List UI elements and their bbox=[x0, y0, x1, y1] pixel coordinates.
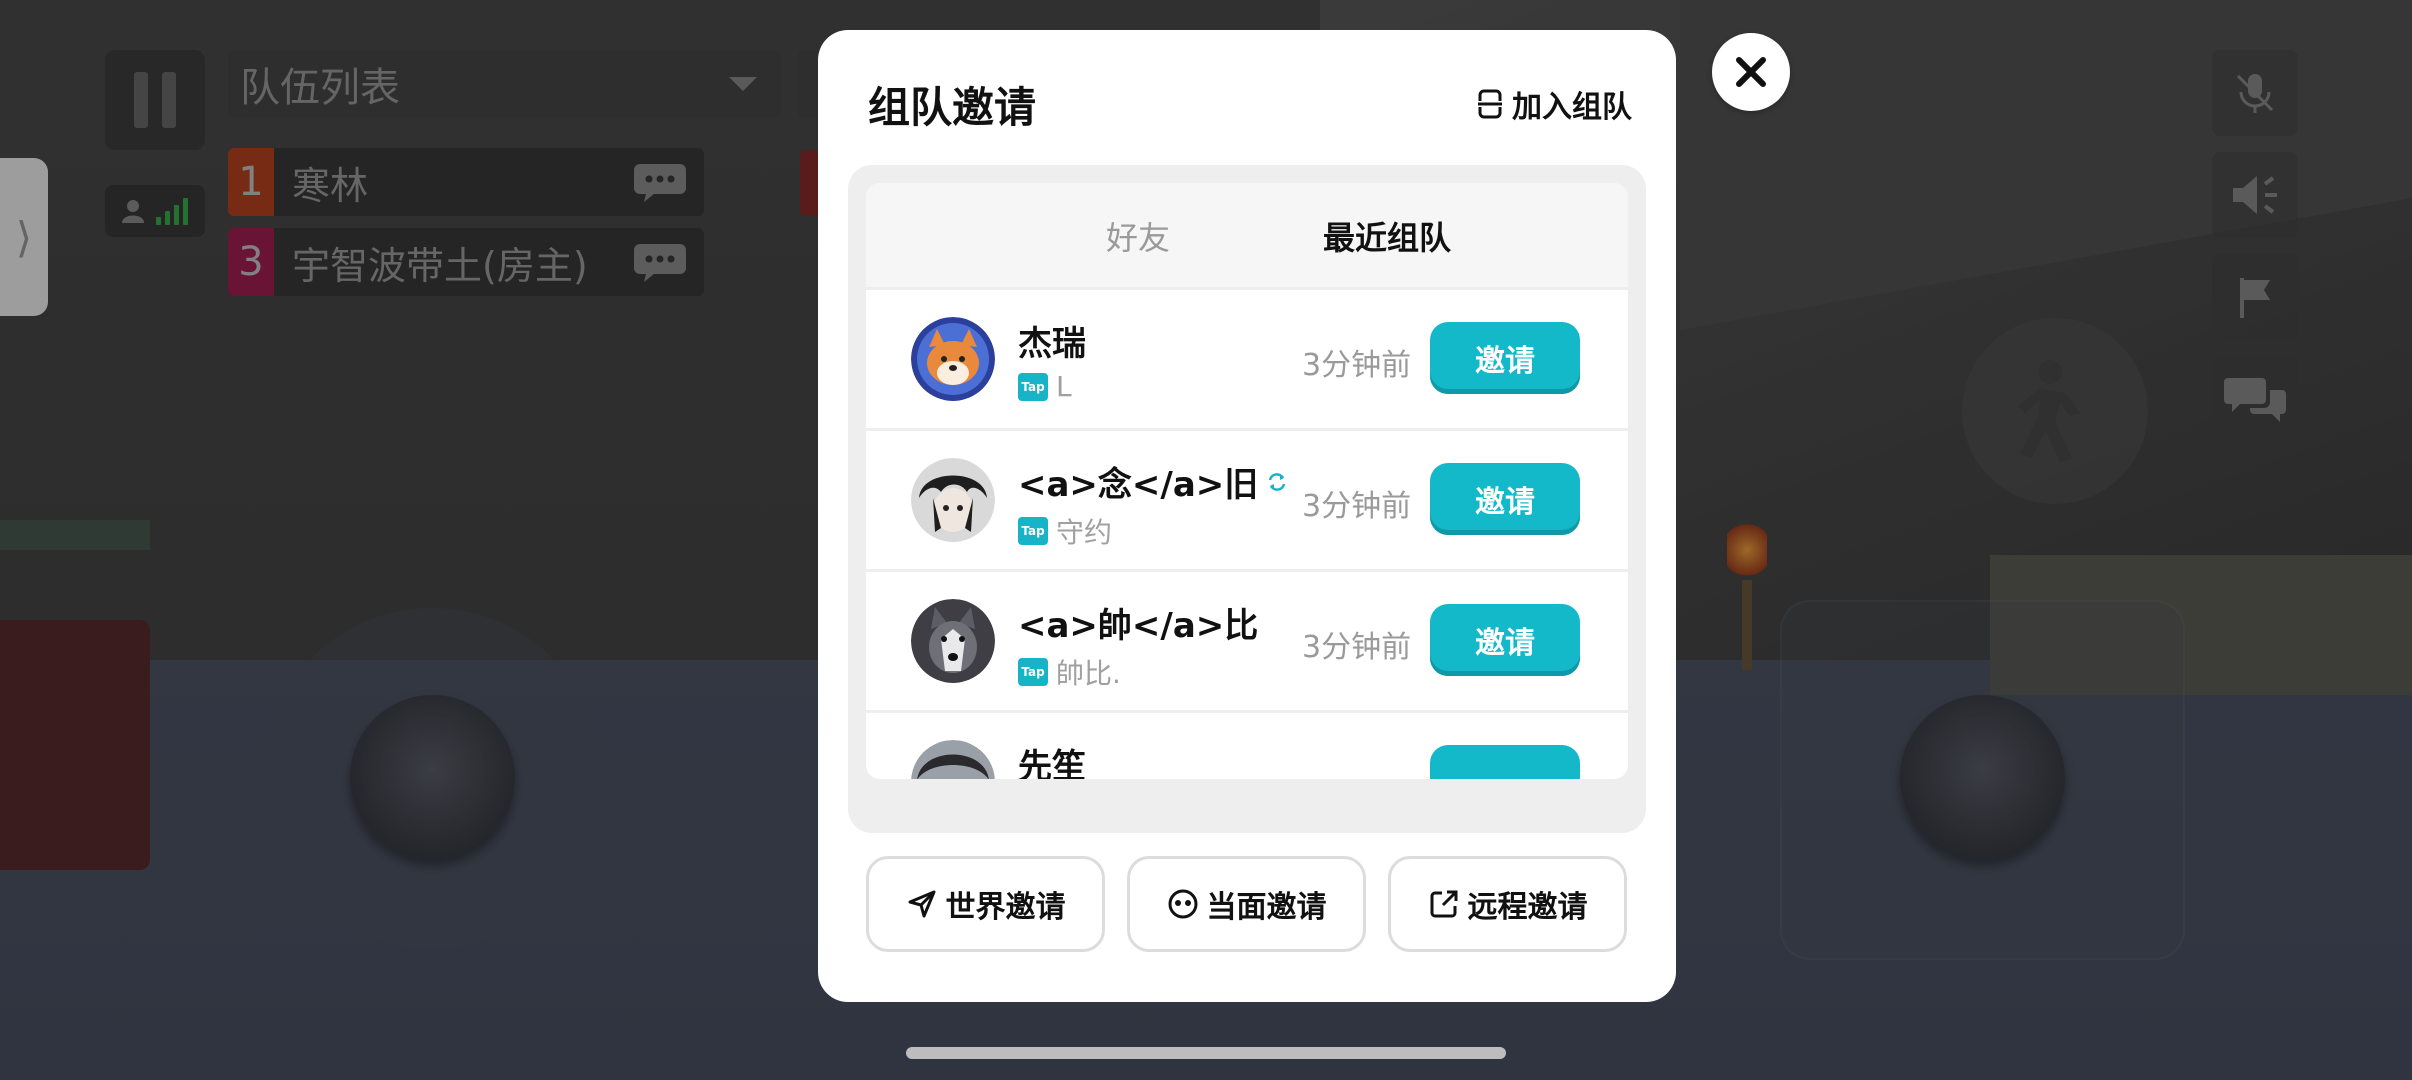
tap-badge-icon: Tap bbox=[1018, 517, 1048, 545]
home-indicator[interactable] bbox=[906, 1047, 1506, 1059]
world-invite-label: 世界邀请 bbox=[945, 890, 1066, 925]
join-team-icon bbox=[1478, 89, 1502, 119]
tab-bar: 好友 最近组队 bbox=[866, 183, 1628, 287]
tap-badge-icon: Tap bbox=[1018, 658, 1048, 686]
recent-team-panel: 好友 最近组队 杰瑞 Tap L 3分钟前 邀请 <a>念</a>旧 Tap 守… bbox=[848, 165, 1646, 833]
invite-button[interactable]: 邀请 bbox=[1430, 604, 1580, 676]
send-icon bbox=[908, 890, 935, 918]
player-sub-name: 守约 bbox=[1056, 516, 1113, 549]
player-tap-name: Tap 帥比. bbox=[1018, 652, 1121, 692]
shiba-avatar bbox=[911, 317, 995, 401]
player-name-text: <a>帥</a>比 bbox=[1018, 606, 1259, 646]
husky-avatar bbox=[911, 599, 995, 683]
player-name: 杰瑞 bbox=[1018, 316, 1086, 365]
player-list: 杰瑞 Tap L 3分钟前 邀请 <a>念</a>旧 Tap 守约 3分钟前 邀… bbox=[866, 287, 1628, 779]
anime-avatar bbox=[911, 458, 995, 542]
world-invite-button[interactable]: 世界邀请 bbox=[866, 856, 1105, 952]
face-icon bbox=[1168, 889, 1197, 919]
player-name-text: <a>念</a>旧 bbox=[1018, 465, 1259, 505]
close-icon bbox=[1736, 57, 1766, 87]
invite-button[interactable]: 邀请 bbox=[1430, 463, 1580, 535]
player-name: <a>帥</a>比 bbox=[1018, 598, 1258, 647]
sync-icon bbox=[1269, 472, 1286, 491]
join-team-label: 加入组队 bbox=[1512, 90, 1632, 125]
dark-avatar bbox=[911, 740, 995, 779]
last-played-time: 3分钟前 bbox=[1302, 348, 1412, 383]
player-name-text: 先笙 bbox=[1018, 747, 1086, 779]
tab-friends[interactable]: 好友 bbox=[1106, 213, 1170, 259]
player-sub-name: L bbox=[1056, 370, 1072, 403]
face-to-face-invite-label: 当面邀请 bbox=[1206, 890, 1327, 925]
list-item: 杰瑞 Tap L 3分钟前 邀请 bbox=[866, 287, 1628, 428]
last-played-time: 3分钟前 bbox=[1302, 630, 1412, 665]
list-item: <a>帥</a>比 Tap 帥比. 3分钟前 邀请 bbox=[866, 569, 1628, 710]
join-team-button[interactable]: 加入组队 bbox=[1476, 82, 1632, 126]
remote-invite-label: 远程邀请 bbox=[1467, 890, 1588, 925]
player-list-container[interactable]: 好友 最近组队 杰瑞 Tap L 3分钟前 邀请 <a>念</a>旧 Tap 守… bbox=[866, 183, 1628, 779]
dialog-title: 组队邀请 bbox=[868, 83, 1037, 132]
tap-badge-icon: Tap bbox=[1018, 372, 1048, 401]
list-item: <a>念</a>旧 Tap 守约 3分钟前 邀请 bbox=[866, 428, 1628, 569]
close-dialog-button[interactable] bbox=[1712, 33, 1790, 111]
player-name-text: 杰瑞 bbox=[1018, 324, 1086, 364]
invite-button[interactable]: 邀请 bbox=[1430, 322, 1580, 394]
avatar[interactable] bbox=[911, 317, 995, 401]
invite-button[interactable] bbox=[1430, 745, 1580, 779]
player-name: <a>念</a>旧 bbox=[1018, 457, 1288, 506]
list-item: 先笙 bbox=[866, 710, 1628, 779]
last-played-time: 3分钟前 bbox=[1302, 489, 1412, 524]
remote-invite-button[interactable]: 远程邀请 bbox=[1388, 856, 1627, 952]
player-sub-name: 帥比. bbox=[1056, 657, 1121, 690]
avatar[interactable] bbox=[911, 740, 995, 779]
player-name: 先笙 bbox=[1018, 739, 1086, 779]
avatar[interactable] bbox=[911, 599, 995, 683]
avatar[interactable] bbox=[911, 458, 995, 542]
player-tap-name: Tap 守约 bbox=[1018, 511, 1112, 551]
tab-recent-team[interactable]: 最近组队 bbox=[1323, 213, 1451, 259]
face-to-face-invite-button[interactable]: 当面邀请 bbox=[1127, 856, 1366, 952]
player-tap-name: Tap L bbox=[1018, 370, 1072, 403]
external-link-icon bbox=[1430, 890, 1457, 918]
team-invite-dialog: 组队邀请 加入组队 好友 最近组队 杰瑞 Tap L 3分钟前 邀请 <a>念<… bbox=[818, 30, 1676, 1002]
